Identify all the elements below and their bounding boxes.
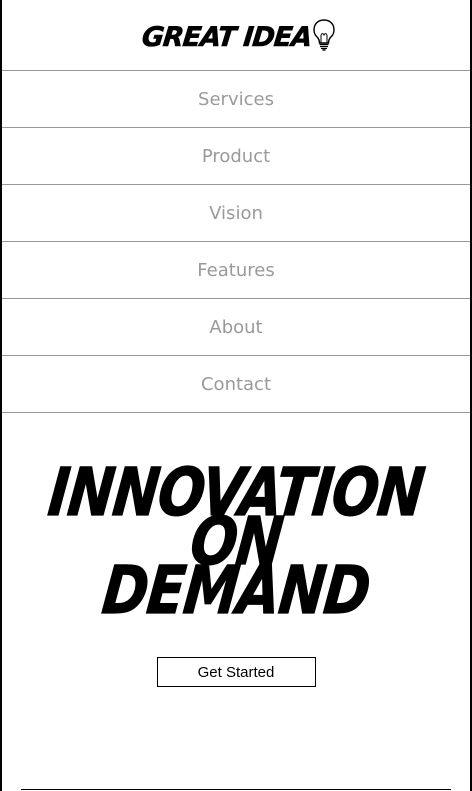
main-nav: Services Product Vision Features About C…: [2, 71, 470, 413]
logo-text: GREAT IDEA: [140, 21, 313, 53]
hero-headline: INNOVATION ON DEMAND: [2, 453, 470, 629]
hero-section: INNOVATION ON DEMAND Get Started: [2, 413, 470, 687]
nav-item-services[interactable]: Services: [2, 71, 470, 128]
nav-item-vision[interactable]: Vision: [2, 185, 470, 242]
nav-item-about[interactable]: About: [2, 299, 470, 356]
nav-item-features[interactable]: Features: [2, 242, 470, 299]
divider: [21, 789, 451, 790]
get-started-button[interactable]: Get Started: [156, 657, 316, 687]
site-header: GREAT IDEA: [2, 0, 470, 71]
nav-item-contact[interactable]: Contact: [2, 356, 470, 413]
hero-line-3: DEMAND: [98, 551, 374, 629]
logo[interactable]: GREAT IDEA: [140, 19, 336, 53]
nav-item-product[interactable]: Product: [2, 128, 470, 185]
lightbulb-icon: [313, 19, 335, 51]
